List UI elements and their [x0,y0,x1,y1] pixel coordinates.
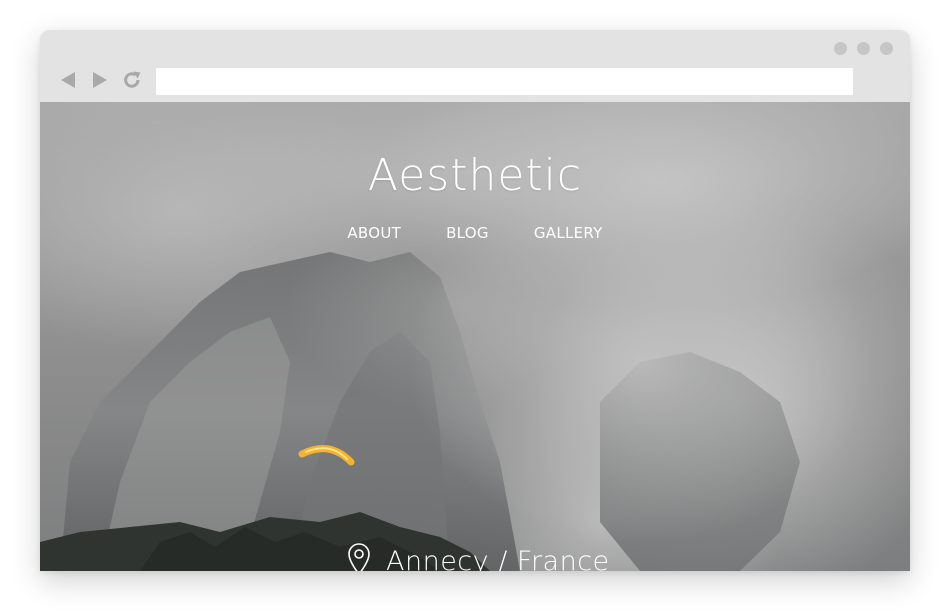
forward-arrow-icon [93,72,107,88]
forward-button[interactable] [90,70,110,90]
back-button[interactable] [58,70,78,90]
reload-icon [124,71,141,88]
browser-toolbar [40,30,910,102]
site-title[interactable]: Aesthetic [40,150,910,201]
location-text: Annecy / France [386,546,610,571]
location-pin-icon [348,543,370,571]
web-page: Aesthetic ABOUT BLOG GALLERY Annecy / Fr… [40,102,910,571]
nav-gallery-link[interactable]: GALLERY [534,224,603,242]
reload-button[interactable] [122,70,142,90]
window-dot[interactable] [857,42,870,55]
site-nav: ABOUT BLOG GALLERY [40,224,910,242]
location-caption: Annecy / France [346,542,610,571]
address-bar[interactable] [156,68,853,95]
nav-about-link[interactable]: ABOUT [347,224,401,242]
window-dot[interactable] [880,42,893,55]
nav-blog-link[interactable]: BLOG [446,224,489,242]
window-dot[interactable] [834,42,847,55]
back-arrow-icon [61,72,75,88]
window-dots-icon[interactable] [834,42,893,55]
browser-window: Aesthetic ABOUT BLOG GALLERY Annecy / Fr… [40,30,910,571]
